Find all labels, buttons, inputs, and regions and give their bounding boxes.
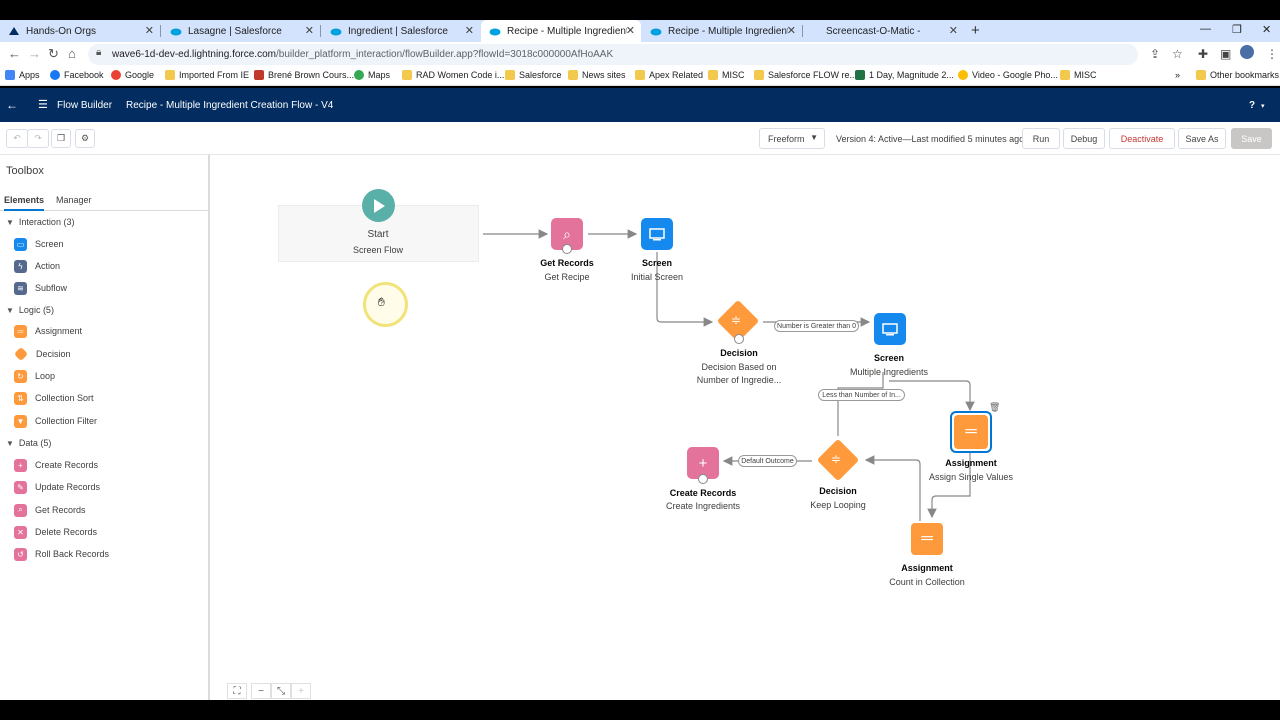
node-label: Assign Single Values xyxy=(929,472,1013,482)
node-type-label: Create Records xyxy=(669,488,737,498)
decision-icon: ≑ xyxy=(731,313,742,327)
start-subtitle: Screen Flow xyxy=(352,245,404,255)
connector-label[interactable]: Less than Number of In... xyxy=(818,389,905,401)
screen-node[interactable] xyxy=(874,313,906,345)
assignment-node[interactable]: ═ xyxy=(954,415,988,449)
node-label: Decision Based on xyxy=(701,362,777,372)
connector-label[interactable]: Default Outcome xyxy=(738,455,797,467)
screen-node[interactable] xyxy=(641,218,673,250)
zoom-out-icon[interactable]: − xyxy=(251,683,271,699)
window-bottom-band xyxy=(0,700,1280,720)
assignment-icon: ═ xyxy=(921,530,933,547)
node-type-label: Decision xyxy=(720,348,758,358)
node-type-label: Get Records xyxy=(540,258,594,268)
connector-handle[interactable] xyxy=(734,334,744,344)
screen-icon xyxy=(649,227,665,240)
node-label: Multiple Ingredients xyxy=(849,367,929,377)
node-label: Count in Collection xyxy=(889,577,965,587)
node-type-label: Assignment xyxy=(945,458,997,468)
flow-connectors xyxy=(483,229,975,521)
connector-handle[interactable] xyxy=(698,474,708,484)
play-icon[interactable] xyxy=(362,189,395,222)
zoom-fit-icon[interactable]: ⤡ xyxy=(271,683,291,699)
start-title: Start xyxy=(367,229,389,240)
node-type-label: Screen xyxy=(641,258,673,268)
connector-handle[interactable] xyxy=(562,244,572,254)
cursor-highlight xyxy=(363,282,408,327)
assignment-icon: ═ xyxy=(965,423,977,440)
node-type-label: Screen xyxy=(873,353,905,363)
screen-icon xyxy=(882,322,898,335)
fit-to-view-icon[interactable]: ⛶ xyxy=(227,683,247,699)
assignment-node[interactable]: ═ xyxy=(911,523,943,555)
node-type-label: Assignment xyxy=(901,563,953,573)
node-label: Initial Screen xyxy=(630,272,684,282)
node-label: Keep Looping xyxy=(810,500,866,510)
hand-cursor-icon: ✋︎ xyxy=(378,295,385,309)
create-records-icon: + xyxy=(698,454,708,472)
node-label: Create Ingredients xyxy=(665,501,741,511)
node-type-label: Decision xyxy=(819,486,857,496)
get-records-icon: ⌕ xyxy=(563,225,571,242)
connector-label[interactable]: Number is Greater than 0 xyxy=(774,320,859,332)
zoom-in-icon[interactable]: + xyxy=(291,683,311,699)
trash-icon[interactable]: 🗑︎ xyxy=(989,402,1000,413)
node-label: Get Recipe xyxy=(544,272,590,282)
decision-icon: ≑ xyxy=(831,452,842,466)
node-label-line2: Number of Ingredie... xyxy=(696,375,782,385)
